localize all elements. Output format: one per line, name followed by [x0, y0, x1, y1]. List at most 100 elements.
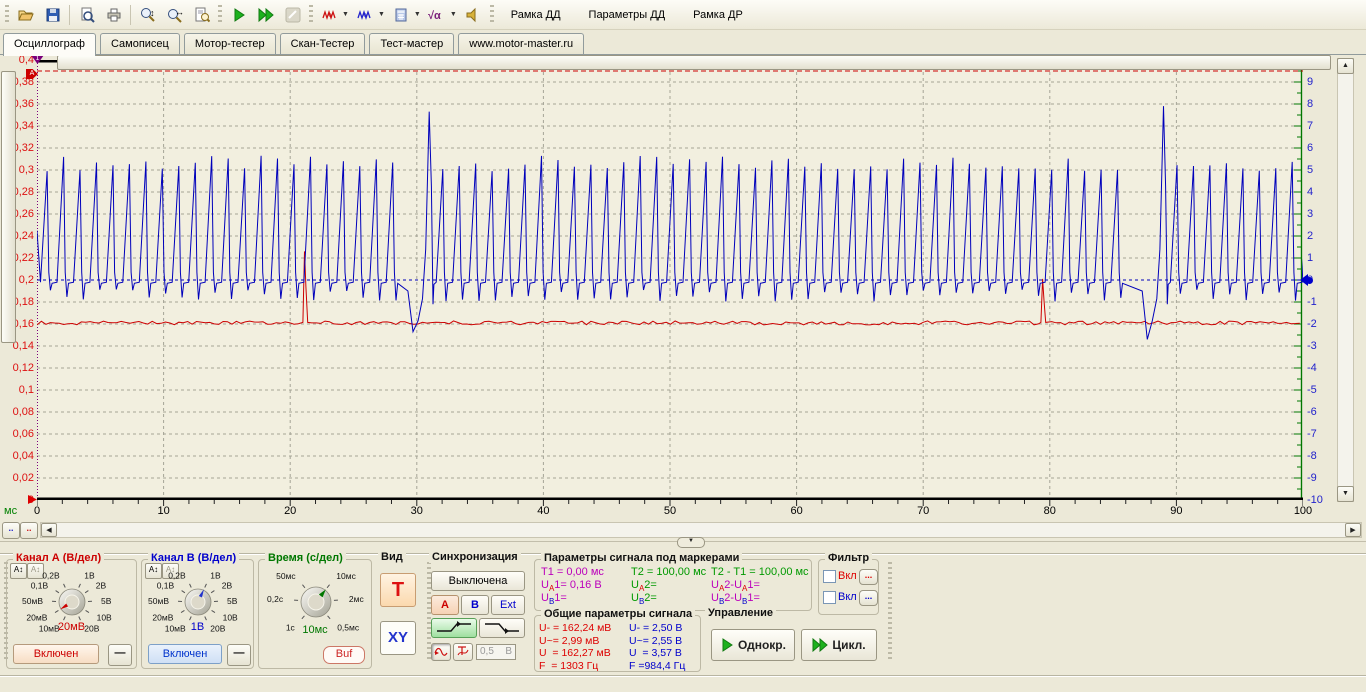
sync-level-input[interactable]: 0,5В — [476, 644, 516, 660]
run-single-button[interactable]: Однокр. — [711, 629, 795, 661]
sync-mode-wave-button[interactable] — [431, 643, 451, 661]
filter-b-checkbox[interactable] — [823, 591, 836, 604]
view-t-button[interactable]: T — [380, 573, 416, 607]
dropdown-arrow-icon[interactable]: ▼ — [342, 11, 349, 18]
dropdown-arrow-icon[interactable]: ▼ — [378, 11, 385, 18]
run-control-group: Управление Однокр. Цикл. — [705, 615, 880, 672]
zoom-vertical-button[interactable]: ↕ — [134, 2, 161, 28]
x-axis-ticks — [37, 500, 1303, 507]
signal-b-settings-button[interactable] — [352, 2, 379, 28]
filter-a-more-button[interactable]: ... — [859, 569, 878, 585]
panel-grip[interactable] — [888, 562, 892, 660]
buffer-button[interactable]: Buf — [323, 646, 365, 664]
tab-test-master[interactable]: Тест-мастер — [369, 33, 454, 54]
menu-ramka-dr[interactable]: Рамка ДР — [693, 9, 743, 21]
channel-b-power-button[interactable]: Включен — [148, 644, 222, 664]
start-cyclic-button[interactable] — [252, 2, 279, 28]
sync-edge-falling-button[interactable] — [479, 618, 525, 638]
dropdown-arrow-icon[interactable]: ▼ — [450, 11, 457, 18]
collapse-panel-button[interactable]: ▼ — [677, 537, 705, 548]
waveform-canvas[interactable] — [37, 60, 1303, 500]
start-single-button[interactable] — [225, 2, 252, 28]
open-folder-icon — [18, 7, 34, 23]
channel-b-invert-button[interactable]: — — [227, 644, 251, 666]
vertical-scrollbar[interactable] — [1337, 58, 1354, 502]
scroll-up-button[interactable]: ▲ — [1337, 58, 1354, 74]
tab-scan-tester[interactable]: Скан-Тестер — [280, 33, 366, 54]
pencil-disabled-icon — [285, 7, 301, 23]
y-right-tick-label: -4 — [1307, 362, 1335, 374]
tab-motor-tester[interactable]: Мотор-тестер — [184, 33, 276, 54]
channel-b-zero-marker[interactable] — [1294, 274, 1313, 286]
math-functions-button[interactable]: √α — [424, 2, 451, 28]
sync-level-value: 0,5 — [480, 645, 494, 659]
toolbar-grip[interactable] — [490, 5, 494, 25]
tab-website[interactable]: www.motor-master.ru — [458, 33, 584, 54]
print-preview-button[interactable] — [73, 2, 100, 28]
y-right-tick-label: 3 — [1307, 208, 1335, 220]
tab-oscillograph[interactable]: Осциллограф — [3, 33, 96, 56]
filter-a-checkbox[interactable] — [823, 570, 836, 583]
svg-text:10мс: 10мс — [336, 571, 356, 581]
edit-button-disabled — [279, 2, 306, 28]
zoom-horizontal-button[interactable]: ↔ — [161, 2, 188, 28]
toolbar-grip[interactable] — [218, 5, 222, 25]
marker-params-group: Параметры сигнала под маркерами T1 = 0,0… — [534, 559, 812, 611]
dropdown-arrow-icon[interactable]: ▼ — [414, 11, 421, 18]
sync-source-a-button[interactable]: A — [431, 595, 459, 615]
marker-param-value: T2 - T1 = 100,00 мс — [711, 566, 809, 578]
toolbar-grip[interactable] — [5, 5, 9, 25]
plot-area[interactable] — [37, 60, 1303, 500]
horizontal-scrollbar-thumb[interactable] — [57, 55, 1331, 70]
falling-edge-icon — [481, 619, 523, 635]
sound-button[interactable] — [460, 2, 487, 28]
y-left-tick-label: 0,04 — [1, 450, 34, 462]
channel-a-power-button[interactable]: Включен — [13, 644, 99, 664]
marker-params-title: Параметры сигнала под маркерами — [541, 552, 742, 564]
marker-param-value: T1 = 0,00 мс — [541, 566, 604, 578]
scroll-right-button[interactable]: ▶ — [1345, 523, 1361, 537]
open-file-button[interactable] — [12, 2, 39, 28]
channel-b-measurements: U- = 2,50 ВU~= 2,55 ВU = 3,57 ВF =984,4 … — [629, 622, 685, 672]
scroll-left-button[interactable]: ◀ — [41, 523, 57, 537]
menu-ramka-dd[interactable]: Рамка ДД — [511, 9, 561, 21]
menu-parametry-dd[interactable]: Параметры ДД — [589, 9, 666, 21]
print-button[interactable] — [100, 2, 127, 28]
run-cyclic-button[interactable]: Цикл. — [801, 629, 877, 661]
y-right-tick-label: -2 — [1307, 318, 1335, 330]
sync-source-ext-button[interactable]: Ext — [491, 595, 525, 615]
marker-a-dots-button[interactable]: .. — [2, 522, 20, 539]
y-left-tick-label: 0,12 — [1, 362, 34, 374]
sync-mode-level-button[interactable] — [453, 643, 473, 661]
sync-edge-rising-button[interactable] — [431, 618, 477, 638]
svg-text:0,2с: 0,2с — [267, 594, 284, 604]
y-right-tick-label: -9 — [1307, 472, 1335, 484]
scope-area: 0,40,380,360,340,320,30,280,260,240,220,… — [0, 55, 1366, 553]
view-xy-button[interactable]: XY — [380, 621, 416, 655]
horizontal-scrollbar[interactable] — [40, 522, 1362, 538]
general-params-title: Общие параметры сигнала — [541, 608, 695, 620]
y-right-tick-label: -7 — [1307, 428, 1335, 440]
y-right-tick-label: 6 — [1307, 142, 1335, 154]
marker-b-dots-button[interactable]: .. — [20, 522, 38, 539]
zoom-page-button[interactable] — [188, 2, 215, 28]
tab-recorder[interactable]: Самописец — [100, 33, 180, 54]
scroll-down-button[interactable]: ▼ — [1337, 486, 1354, 502]
channel-a-scale-value: 20мВ — [7, 621, 136, 633]
svg-text:50мВ: 50мВ — [148, 596, 169, 606]
calculator-button[interactable] — [388, 2, 415, 28]
sync-state-button[interactable]: Выключена — [431, 571, 525, 591]
oscilloscope-app: ↕ ↔ ▼ ▼ ▼ √α▼ Рамка ДД Параметры ДД Рамк… — [0, 0, 1366, 692]
channel-a-invert-button[interactable]: — — [108, 644, 132, 666]
view-group: Вид T XY — [376, 559, 420, 669]
x-unit-label: мс — [4, 505, 17, 517]
toolbar-grip[interactable] — [309, 5, 313, 25]
sync-source-b-button[interactable]: B — [461, 595, 489, 615]
svg-text:2В: 2В — [96, 580, 107, 590]
vertical-scrollbar-thumb[interactable] — [1, 71, 16, 343]
y-left-tick-label: 0,02 — [1, 472, 34, 484]
save-button[interactable] — [39, 2, 66, 28]
signal-a-settings-button[interactable] — [316, 2, 343, 28]
zoom-horizontal-icon: ↔ — [167, 7, 183, 23]
filter-b-more-button[interactable]: ... — [859, 590, 878, 606]
